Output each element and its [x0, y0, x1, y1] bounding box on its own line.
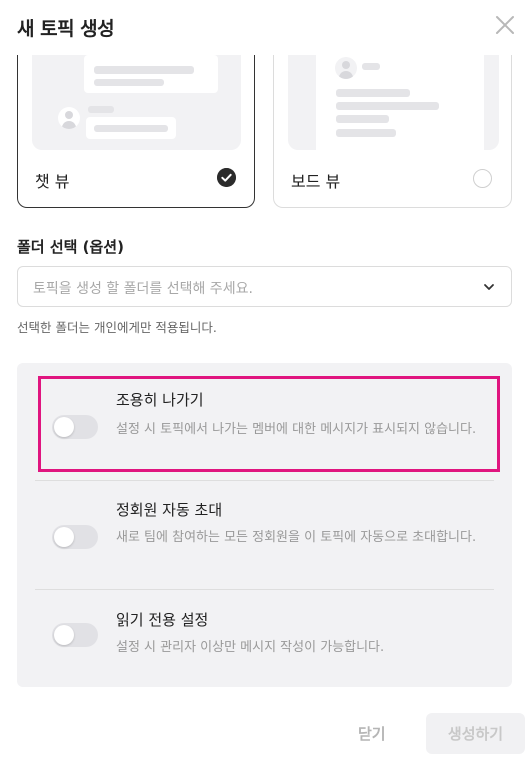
avatar-placeholder: [58, 107, 80, 129]
setting-title: 정회원 자동 초대: [116, 501, 223, 519]
folder-helper-text: 선택한 폴더는 개인에게만 적용됩니다.: [17, 320, 217, 335]
setting-row-auto-invite: 정회원 자동 초대 새로 팀에 참여하는 모든 정회원을 이 토픽에 자동으로 …: [35, 497, 494, 587]
setting-description: 설정 시 관리자 이상만 메시지 작성이 가능합니다.: [116, 640, 385, 655]
read-only-toggle[interactable]: [52, 623, 98, 647]
view-option-board[interactable]: 보드 뷰: [273, 55, 512, 208]
view-option-chat[interactable]: 챗 뷰: [17, 55, 255, 208]
board-view-preview: [288, 55, 499, 150]
toggle-knob: [54, 527, 74, 547]
chevron-down-icon: [484, 284, 494, 290]
divider: [35, 480, 494, 481]
folder-select-label: 폴더 선택 (옵션): [17, 238, 124, 256]
toggle-knob: [54, 417, 74, 437]
setting-title: 조용히 나가기: [116, 391, 204, 409]
setting-description: 새로 팀에 참여하는 모든 정회원을 이 토픽에 자동으로 초대합니다.: [116, 530, 477, 545]
close-button[interactable]: 닫기: [358, 723, 386, 744]
setting-description: 설정 시 토픽에서 나가는 멤버에 대한 메시지가 표시되지 않습니다.: [116, 422, 477, 437]
folder-select-placeholder: 토픽을 생성 할 폴더를 선택해 주세요.: [33, 281, 253, 297]
folder-select-dropdown[interactable]: 토픽을 생성 할 폴더를 선택해 주세요.: [17, 266, 512, 307]
checkmark-icon: [217, 168, 236, 187]
settings-panel: 조용히 나가기 설정 시 토픽에서 나가는 멤버에 대한 메시지가 표시되지 않…: [17, 363, 512, 687]
radio-button[interactable]: [473, 169, 492, 188]
dialog-title: 새 토픽 생성: [17, 18, 115, 40]
view-option-label: 챗 뷰: [35, 172, 70, 191]
setting-row-quiet-leave: 조용히 나가기 설정 시 토픽에서 나가는 멤버에 대한 메시지가 표시되지 않…: [35, 385, 494, 475]
avatar-placeholder: [335, 57, 357, 79]
setting-row-read-only: 읽기 전용 설정 설정 시 관리자 이상만 메시지 작성이 가능합니다.: [35, 607, 494, 667]
chat-view-preview: [32, 55, 241, 150]
toggle-knob: [54, 625, 74, 645]
create-button[interactable]: 생성하기: [426, 713, 525, 754]
setting-title: 읽기 전용 설정: [116, 611, 209, 629]
view-option-label: 보드 뷰: [291, 172, 341, 191]
divider: [35, 589, 494, 590]
close-icon[interactable]: [492, 12, 518, 38]
quiet-leave-toggle[interactable]: [52, 415, 98, 439]
auto-invite-toggle[interactable]: [52, 525, 98, 549]
